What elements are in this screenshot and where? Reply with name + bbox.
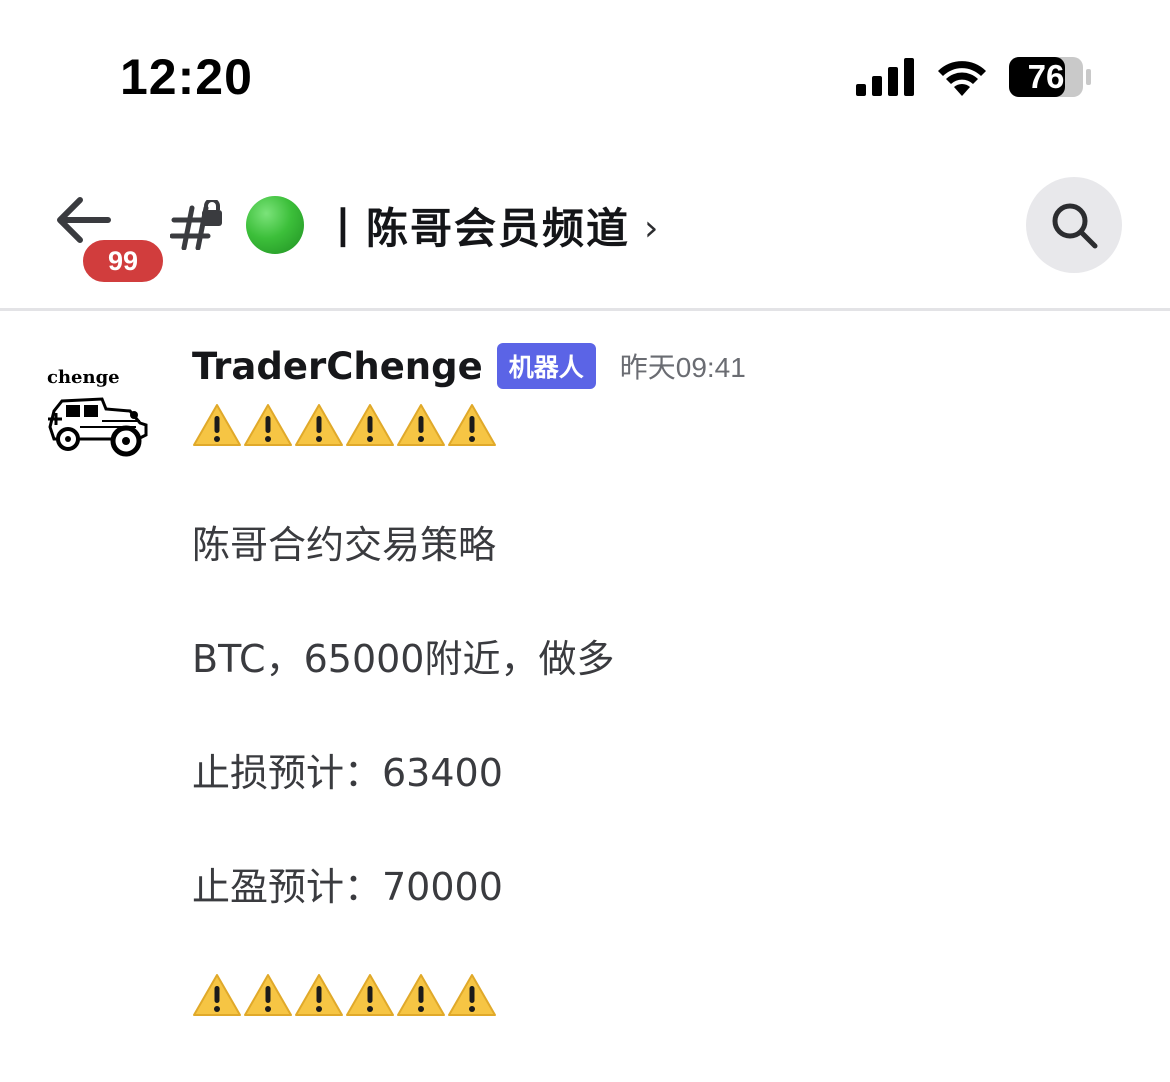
warning-icon	[346, 404, 394, 446]
message-line-take-profit: 止盈预计：70000	[192, 865, 503, 909]
status-bar: 12:20 76	[0, 0, 1170, 150]
locked-channel-icon	[170, 200, 222, 250]
warning-icon	[193, 974, 241, 1016]
warning-icon	[397, 404, 445, 446]
warning-icon	[193, 404, 241, 446]
author-name[interactable]: TraderChenge	[192, 345, 483, 388]
green-circle-emoji	[246, 196, 304, 254]
status-time: 12:20	[120, 49, 253, 105]
warning-emoji-row	[192, 972, 497, 1018]
message-line-title: 陈哥合约交易策略	[192, 523, 497, 567]
warning-icon	[244, 404, 292, 446]
chevron-right-icon: ›	[644, 207, 659, 249]
channel-title-button[interactable]: 丨陈哥会员频道 ›	[322, 190, 658, 260]
warning-icon	[295, 404, 343, 446]
battery-icon: 76	[1008, 56, 1092, 98]
battery-level-text: 76	[1027, 58, 1065, 95]
message-header: TraderChenge 机器人 昨天09:41	[192, 342, 746, 390]
warning-icon	[397, 974, 445, 1016]
cellular-signal-icon	[856, 58, 914, 96]
warning-emoji-row	[192, 402, 497, 448]
message-timestamp: 昨天09:41	[619, 352, 746, 383]
message-line-entry: BTC，65000附近，做多	[192, 637, 615, 681]
warning-icon	[448, 404, 496, 446]
warning-icon	[346, 974, 394, 1016]
avatar[interactable]: chenge	[40, 365, 152, 477]
wifi-icon	[938, 61, 986, 96]
message-line-stop-loss: 止损预计：63400	[192, 751, 503, 795]
warning-icon	[295, 974, 343, 1016]
unread-badge: 99	[80, 237, 166, 285]
header-divider	[0, 308, 1170, 311]
channel-header: 99 丨陈哥会员频道 ›	[0, 150, 1170, 310]
bot-tag: 机器人	[496, 343, 596, 389]
warning-icon	[244, 974, 292, 1016]
search-button[interactable]	[1026, 177, 1122, 273]
channel-title: 丨陈哥会员频道	[322, 203, 631, 253]
vintage-car-icon	[48, 397, 148, 457]
search-icon	[1052, 203, 1098, 249]
warning-icon	[448, 974, 496, 1016]
